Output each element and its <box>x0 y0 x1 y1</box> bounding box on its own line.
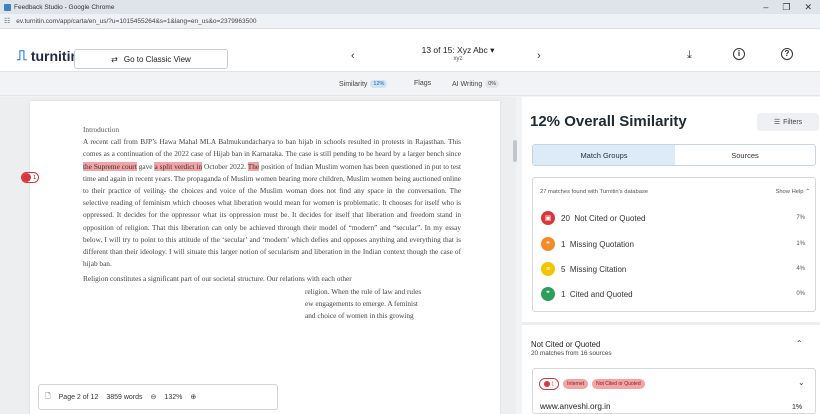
show-help-toggle[interactable]: Show Help ⌃ <box>775 189 810 195</box>
not-cited-badge: Not Cited or Quoted <box>592 379 645 390</box>
help-icon[interactable]: ? <box>781 48 793 60</box>
cited-quoted-icon: ❞ <box>541 287 555 301</box>
match-group-not-cited[interactable]: ▣ 20 Not Cited or Quoted 7% <box>541 211 809 225</box>
filter-icon: ☰ <box>773 119 781 126</box>
panel-divider <box>522 322 820 325</box>
match-group-missing-citation[interactable]: ≡ 5 Missing Citation 4% <box>541 262 809 276</box>
previous-submission-button[interactable]: ‹ <box>351 50 355 62</box>
document-scrollbar[interactable] <box>512 110 518 405</box>
match-groups-tab[interactable]: Match Groups <box>533 145 675 165</box>
submission-selector[interactable]: 13 of 15: Xyz Abc ▾ <box>395 45 521 56</box>
page-indicator[interactable]: Page 2 of 12 <box>59 394 99 401</box>
document-text: Introduction A recent call from BJP’s Ha… <box>83 124 461 325</box>
not-cited-icon: ▣ <box>541 211 555 225</box>
expand-icon: ⌃ <box>805 189 810 195</box>
source-dot-icon <box>544 381 550 387</box>
close-window-button[interactable]: ✕ <box>804 2 812 13</box>
page-icon: 🗋 <box>45 392 51 400</box>
citation-icon: ≡ <box>541 262 555 276</box>
view-toggle: Match Groups Sources <box>532 144 816 166</box>
similarity-badge: 12% <box>370 80 388 88</box>
next-submission-button[interactable]: › <box>537 50 541 62</box>
word-count: 3859 words <box>106 393 143 401</box>
ai-writing-badge: 0% <box>485 80 500 88</box>
section-subtitle: 20 matches from 16 sources <box>531 350 612 357</box>
match-groups-header: 27 matches found with Turnitin's databas… <box>540 189 810 195</box>
scrollbar-thumb[interactable] <box>513 140 517 162</box>
doc-paragraph-1: A recent call from BJP’s Hawa Mahal MLA … <box>83 137 461 269</box>
overall-similarity-title: 12% Overall Similarity <box>530 113 687 130</box>
zoom-out-icon[interactable]: ⊖ <box>151 393 157 401</box>
submission-subtitle: xyz <box>453 56 463 62</box>
quote-icon: ❝ <box>541 237 555 251</box>
swap-arrows-icon: ⇄ <box>111 54 118 64</box>
tab-ai-writing[interactable]: AI Writing 0% <box>452 80 500 88</box>
maximize-button[interactable]: ❐ <box>782 2 790 13</box>
minimize-button[interactable]: – <box>763 2 768 12</box>
source-url[interactable]: www.anveshi.org.in <box>540 402 611 411</box>
app-icon <box>4 3 11 11</box>
window-title: Feedback Studio - Google Chrome <box>14 3 115 11</box>
doc-heading: Introduction <box>83 125 120 134</box>
section-title: Not Cited or Quoted <box>531 340 601 349</box>
expand-source-icon[interactable]: ⌄ <box>798 378 805 387</box>
collapse-chevron-icon[interactable]: ⌃ <box>796 339 803 348</box>
sources-tab[interactable]: Sources <box>675 145 815 165</box>
filters-button[interactable]: ☰ Filters <box>757 113 819 131</box>
chevron-down-icon: ▾ <box>490 45 495 55</box>
source-number-badge: 1 <box>539 378 560 391</box>
address-bar[interactable]: ☷ ev.turnitin.com/app/carta/en_us/?u=1015… <box>0 14 820 29</box>
classic-view-button[interactable]: ⇄ Go to Classic View <box>74 49 228 69</box>
zoom-in-icon[interactable]: ⊕ <box>190 393 196 401</box>
source-badges: 1 Internet Not Cited or Quoted <box>539 378 645 391</box>
match-dot-icon <box>22 173 31 182</box>
window-titlebar: Feedback Studio - Google Chrome <box>0 0 820 14</box>
match-marker[interactable]: 1 <box>21 172 39 183</box>
turnitin-logo-icon: ⎍ <box>17 47 27 63</box>
match-highlight[interactable]: The <box>247 161 260 171</box>
download-icon[interactable]: ⤓ <box>687 49 692 62</box>
doc-paragraph-2: Religion constitutes a significant part … <box>83 274 422 321</box>
tab-flags[interactable]: Flags <box>414 80 431 87</box>
info-icon[interactable]: i <box>733 48 745 60</box>
window-controls: – ❐ ✕ <box>763 0 812 14</box>
url-text: ev.turnitin.com/app/carta/en_us/?u=10154… <box>16 17 257 25</box>
site-settings-icon[interactable]: ☷ <box>4 17 10 25</box>
match-highlight[interactable]: a split verdict in <box>154 161 203 171</box>
view-tabs-bar <box>0 72 820 96</box>
match-highlight[interactable]: the Supreme court <box>83 161 137 171</box>
tab-similarity[interactable]: Similarity 12% <box>339 80 388 88</box>
turnitin-logo: ⎍ turnitin <box>17 47 80 64</box>
zoom-level: 132% <box>164 393 183 401</box>
internet-badge: Internet <box>563 379 589 390</box>
source-percent: 1% <box>792 404 803 411</box>
match-group-missing-quotation[interactable]: ❝ 1 Missing Quotation 1% <box>541 237 809 251</box>
match-group-cited-quoted[interactable]: ❞ 1 Cited and Quoted 0% <box>541 287 809 301</box>
document-footer: 🗋 Page 2 of 12 3859 words ⊖ 132% ⊕ <box>38 384 278 410</box>
